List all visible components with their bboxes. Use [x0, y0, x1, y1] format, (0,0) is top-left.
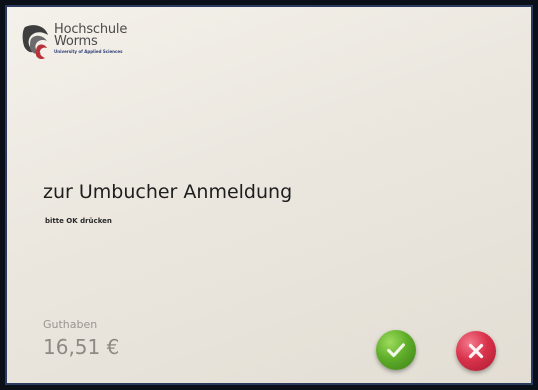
- cancel-button[interactable]: [456, 331, 496, 371]
- page-title: zur Umbucher Anmeldung: [43, 181, 293, 203]
- logo-text: Hochschule Worms University of Applied S…: [54, 23, 127, 55]
- balance-label: Guthaben: [43, 318, 98, 331]
- check-icon: [387, 343, 405, 358]
- terminal-screen: Hochschule Worms University of Applied S…: [5, 5, 533, 385]
- ok-button[interactable]: [376, 330, 416, 370]
- hochschule-worms-logo-icon: [22, 25, 48, 60]
- balance-value: 16,51 €: [43, 335, 120, 359]
- logo-line-2: Worms: [54, 34, 98, 49]
- university-logo: Hochschule Worms University of Applied S…: [21, 21, 127, 65]
- terminal-bezel: Hochschule Worms University of Applied S…: [0, 0, 538, 390]
- close-icon: [468, 343, 484, 359]
- instruction-text: bitte OK drücken: [45, 217, 112, 225]
- logo-subtitle: University of Applied Sciences: [54, 49, 123, 54]
